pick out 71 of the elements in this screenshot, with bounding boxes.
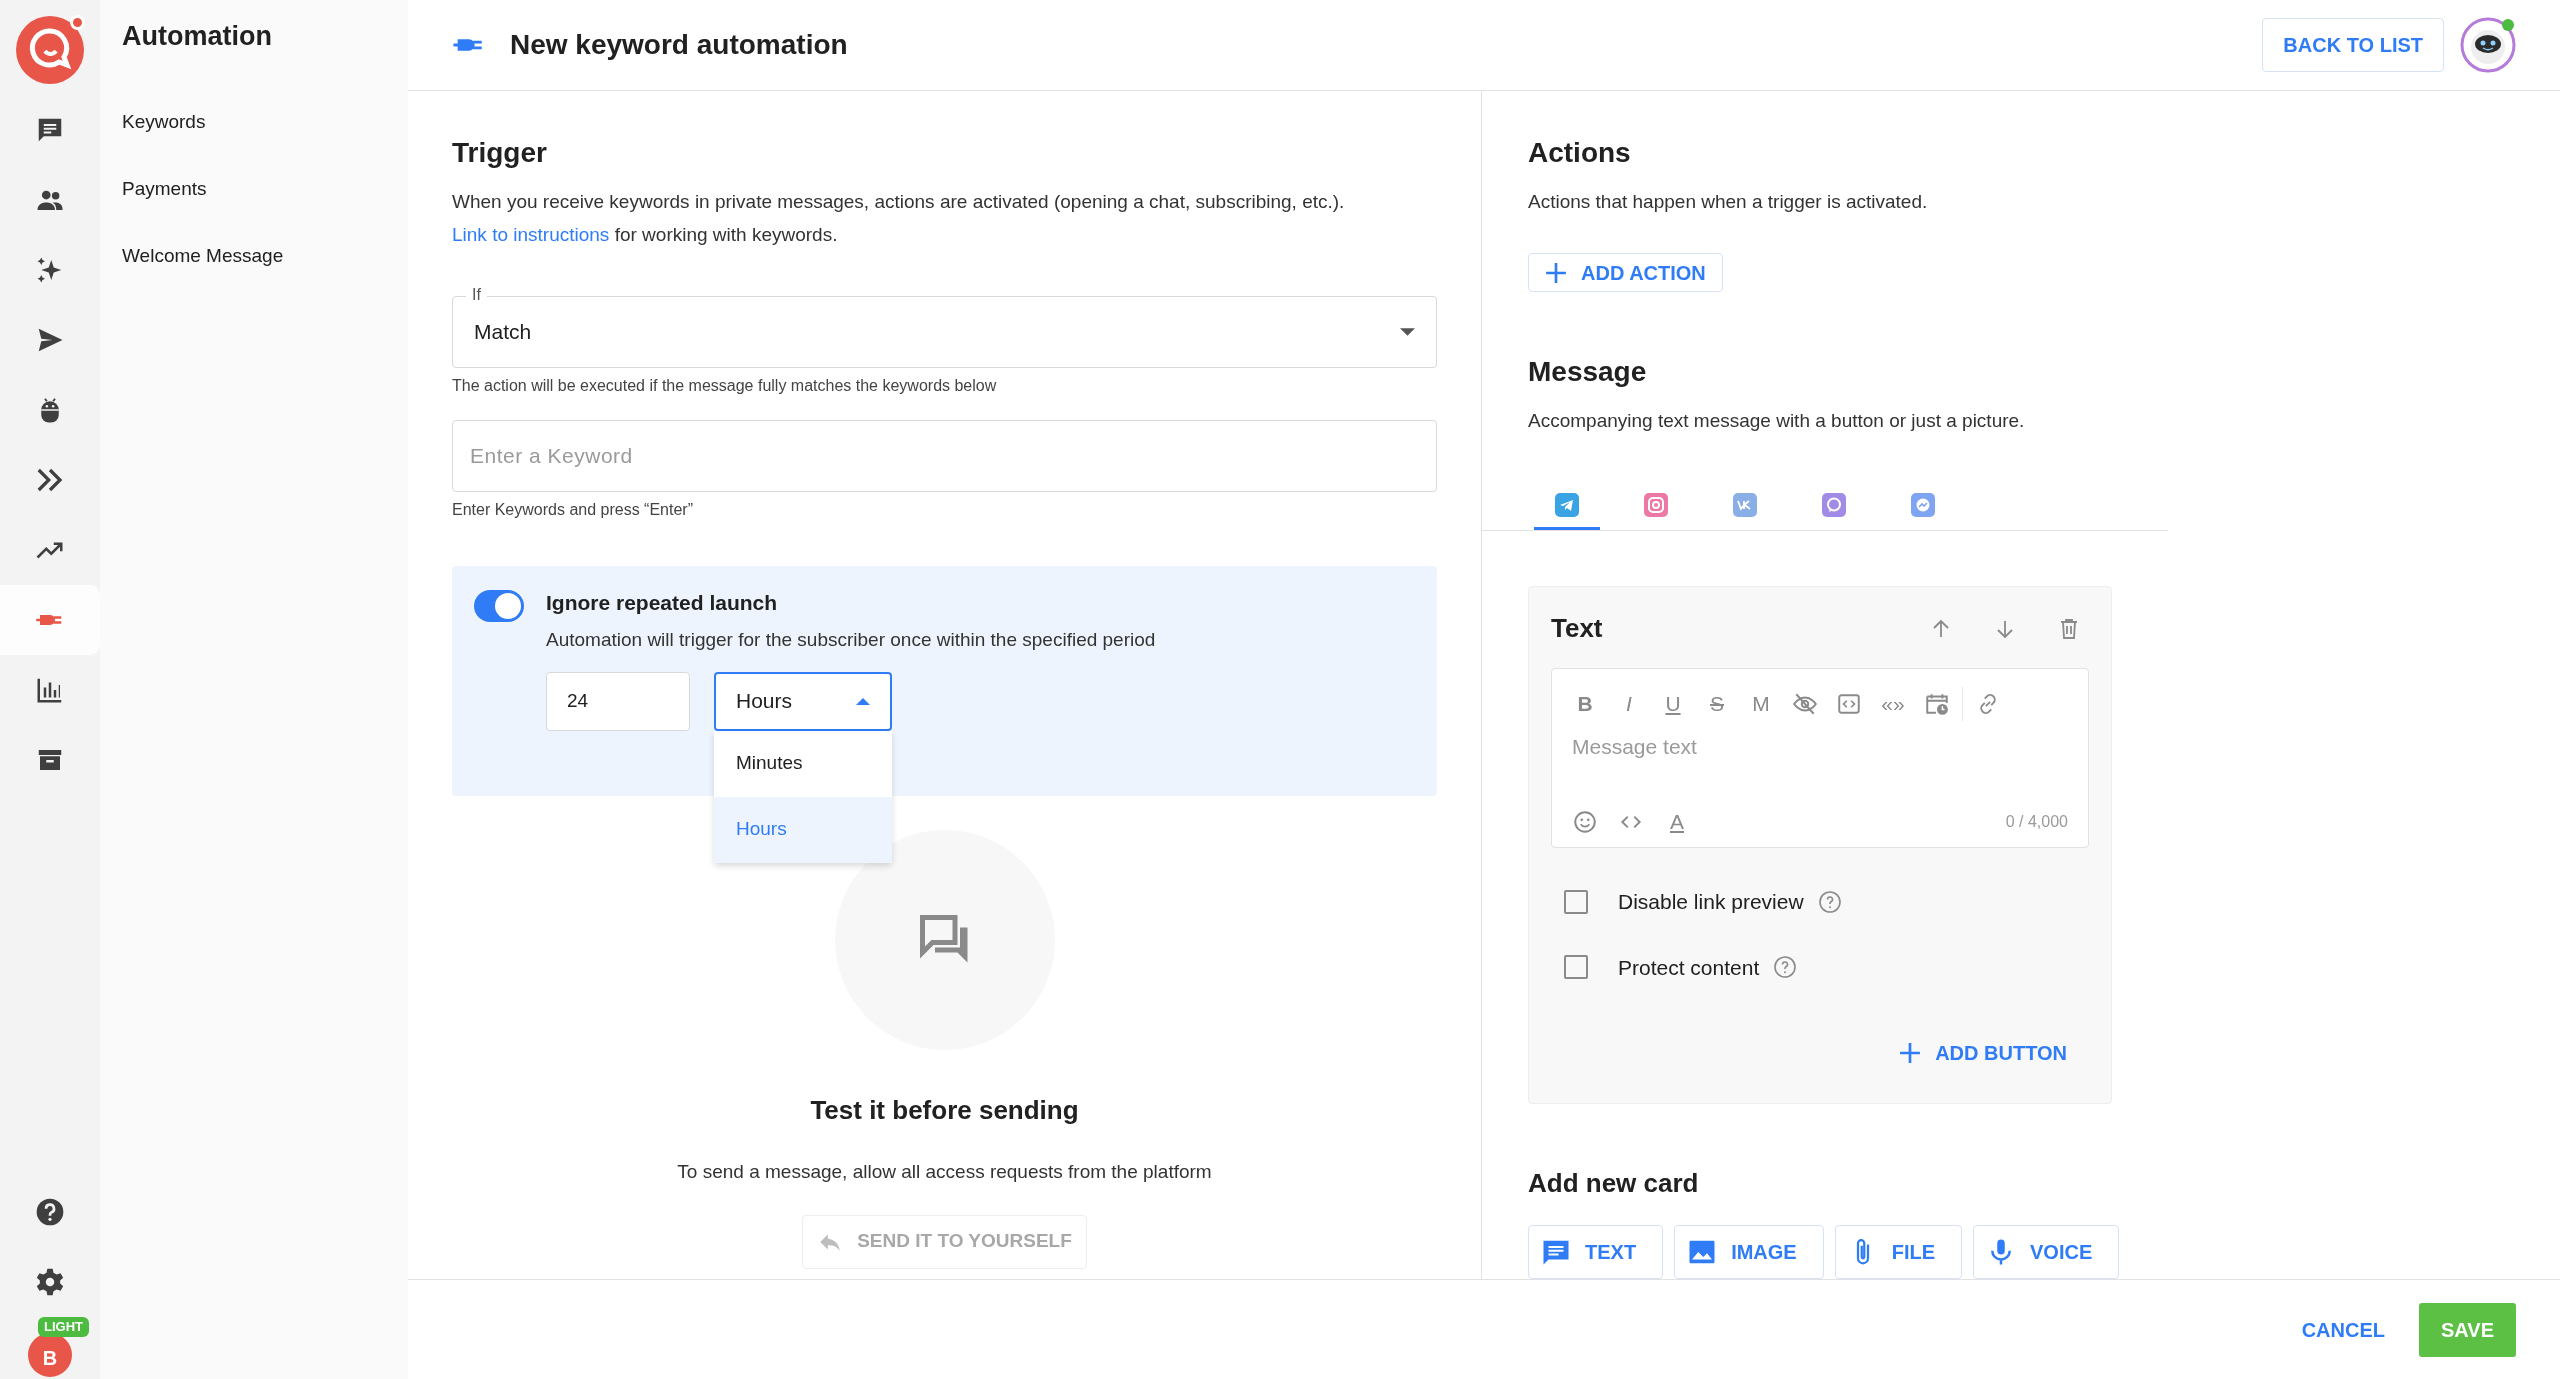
sidebar-item[interactable]: Payments <box>122 177 408 200</box>
checkbox-label: Protect content <box>1618 954 1760 981</box>
settings-icon[interactable] <box>34 1266 66 1298</box>
underline-format-button[interactable]: U <box>1660 691 1686 717</box>
telegram-icon <box>1555 492 1579 517</box>
section-heading: Actions <box>1528 136 1632 170</box>
letter-format-button[interactable]: M <box>1748 691 1774 717</box>
save-button[interactable]: SAVE <box>2419 1302 2516 1357</box>
cancel-button[interactable]: CANCEL <box>2301 1314 2385 1345</box>
select-value: Match <box>474 319 532 346</box>
messenger-icon <box>1911 492 1935 517</box>
message-editor[interactable]: B I U S M «» Message text A 0 / 4,000 <box>1551 668 2089 848</box>
amount-input[interactable]: 24 <box>546 671 690 731</box>
plus-icon <box>1899 1042 1922 1064</box>
section-heading: Test it before sending <box>810 1094 1079 1127</box>
toggle-description: Automation will trigger for the subscriber once within the specified period <box>546 628 1156 652</box>
color-format-button[interactable]: A <box>1664 809 1690 835</box>
page-title: New keyword automation <box>510 28 848 62</box>
quote-format-button[interactable]: «» <box>1880 691 1906 717</box>
keyword-input[interactable]: Enter a Keyword <box>452 420 1437 492</box>
card-title: Text <box>1551 612 1603 645</box>
dropdown-arrow-icon <box>856 697 870 705</box>
plus-icon <box>1545 261 1567 284</box>
toggle-label: Ignore repeated launch <box>546 590 779 616</box>
character-counter: 0 / 4,000 <box>2005 812 2068 832</box>
bold-format-button[interactable]: B <box>1572 691 1598 717</box>
checkbox[interactable] <box>1564 955 1588 980</box>
instagram-icon <box>1644 492 1668 517</box>
message-description: Accompanying text message with a button or just a picture. <box>1528 409 2026 433</box>
plan-badge: LIGHT <box>38 1317 89 1337</box>
add-voice-card-button[interactable]: VOICE <box>1973 1225 2120 1279</box>
instructions-link[interactable]: Link to instructions <box>452 224 610 245</box>
calendar-clock-icon[interactable] <box>1924 691 1950 717</box>
back-to-list-button[interactable]: BACK TO LIST <box>2262 18 2444 72</box>
code-block-icon[interactable] <box>1836 691 1862 717</box>
strike-format-button[interactable]: S <box>1704 691 1730 717</box>
actions-description: Actions that happen when a trigger is activated. <box>1528 190 1929 214</box>
add-button-button[interactable]: ADD BUTTON <box>1899 1033 2067 1073</box>
checkbox[interactable] <box>1564 889 1588 914</box>
help-icon[interactable] <box>34 1196 66 1228</box>
vk-icon <box>1733 492 1757 517</box>
sidebar-item[interactable]: Keywords <box>122 110 408 133</box>
checkbox-label: Disable link preview <box>1618 889 1804 915</box>
test-description: To send a message, allow all access requests from the platform <box>677 1160 1212 1184</box>
section-heading: Message <box>1528 355 1648 389</box>
trigger-description: When you receive keywords in private messages, actions are activated (opening a chat, subscribing, etc.). Link to instructions for working with keywords. <box>452 190 1346 247</box>
section-heading: Add new card <box>1528 1167 1700 1200</box>
message-input[interactable]: Message text <box>1572 731 2068 801</box>
menu-option[interactable]: Minutes <box>714 730 892 797</box>
robot-avatar[interactable] <box>2460 17 2516 73</box>
helper-text: Enter Keywords and press “Enter” <box>452 500 694 520</box>
app-logo[interactable] <box>15 15 85 85</box>
add-image-card-button[interactable]: IMAGE <box>1674 1225 1824 1279</box>
help-icon <box>1773 955 1798 980</box>
dropdown-arrow-icon <box>1400 328 1415 336</box>
help-icon <box>1817 889 1842 914</box>
emoji-icon[interactable] <box>1572 809 1598 835</box>
add-file-card-button[interactable]: FILE <box>1834 1225 1963 1279</box>
hidden-eye-icon[interactable] <box>1792 691 1818 717</box>
toggle-switch[interactable] <box>474 590 524 622</box>
add-text-card-button[interactable]: TEXT <box>1528 1225 1664 1279</box>
add-action-button[interactable]: ADD ACTION <box>1528 253 1723 292</box>
sidebar-item[interactable]: Welcome Message <box>122 244 408 267</box>
viber-icon <box>1822 492 1846 517</box>
user-avatar[interactable]: B <box>28 1333 72 1377</box>
section-heading: Trigger <box>452 136 548 170</box>
section-title: Automation <box>122 20 273 53</box>
italic-format-button[interactable]: I <box>1616 691 1642 717</box>
helper-text: The action will be executed if the message fully matches the keywords below <box>452 376 998 396</box>
menu-option[interactable]: Hours <box>714 796 892 863</box>
select-value: Hours <box>736 688 793 715</box>
